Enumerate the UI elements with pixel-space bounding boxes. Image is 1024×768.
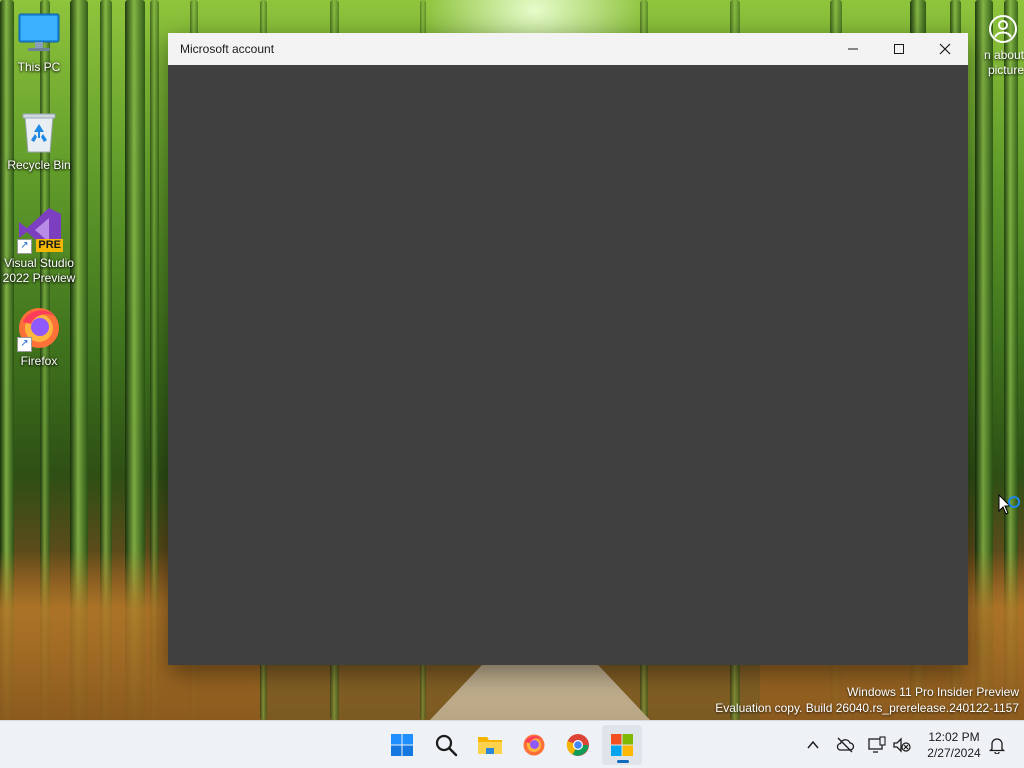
cloud-offline-icon [836, 737, 855, 753]
taskbar-chrome[interactable] [558, 725, 598, 765]
chevron-up-icon [807, 740, 819, 749]
bell-icon [988, 738, 1006, 754]
desktop-icon-visual-studio[interactable]: PRE ↗ Visual Studio 2022 Preview [1, 206, 77, 286]
desktop-icon-label: This PC [17, 60, 61, 74]
desktop-icon-firefox[interactable]: ↗ Firefox [1, 304, 77, 369]
firefox-icon [523, 734, 545, 756]
window-content-area [168, 65, 968, 665]
taskbar-microsoft-store[interactable] [602, 725, 642, 765]
monitor-icon [15, 10, 63, 58]
shortcut-arrow-icon: ↗ [17, 239, 32, 254]
window-title: Microsoft account [180, 42, 275, 56]
clock-button[interactable]: 12:02 PM 2/27/2024 [918, 729, 990, 761]
desktop-icon-label: Firefox [20, 354, 58, 368]
watermark-edition: Windows 11 Pro Insider Preview [847, 685, 1019, 699]
minimize-button[interactable] [830, 33, 876, 65]
search-icon [435, 734, 458, 757]
volume-muted-icon [893, 737, 911, 753]
windows-start-icon [391, 734, 413, 756]
microsoft-logo-icon [611, 734, 633, 756]
desktop-icon-label: Visual Studio 2022 Preview [2, 256, 76, 285]
desktop-icon-label: Recycle Bin [7, 158, 71, 172]
clock-date: 2/27/2024 [927, 746, 981, 760]
learn-about-label: n about picture [983, 48, 1024, 77]
display-icon [868, 736, 886, 753]
taskbar-file-explorer[interactable] [470, 725, 510, 765]
volume-button[interactable] [891, 734, 913, 756]
firefox-icon: ↗ [15, 304, 63, 352]
maximize-button[interactable] [876, 33, 922, 65]
show-hidden-icons-button[interactable] [802, 734, 824, 756]
minimize-icon [848, 48, 858, 50]
maximize-icon [894, 44, 904, 54]
folder-icon [478, 737, 502, 754]
busy-cursor-icon [998, 493, 1022, 525]
taskbar: 12:02 PM 2/27/2024 [0, 720, 1024, 768]
display-status-button[interactable] [866, 734, 888, 756]
active-app-indicator [617, 760, 629, 763]
taskbar-search-button[interactable] [426, 725, 466, 765]
watermark-build: Evaluation copy. Build 26040.rs_prerelea… [715, 701, 1019, 715]
desktop-icon-this-pc[interactable]: This PC [1, 10, 77, 75]
notifications-button[interactable] [986, 734, 1008, 756]
close-icon [939, 43, 951, 55]
windows-watermark: Windows 11 Pro Insider Preview Evaluatio… [715, 684, 1019, 716]
shortcut-arrow-icon: ↗ [17, 337, 32, 352]
recycle-bin-icon [15, 108, 63, 156]
desktop-icon-recycle-bin[interactable]: Recycle Bin [1, 108, 77, 173]
microsoft-account-window[interactable]: Microsoft account [168, 33, 968, 665]
chrome-icon [566, 734, 589, 756]
taskbar-start-button[interactable] [382, 725, 422, 765]
visual-studio-icon: PRE ↗ [15, 206, 63, 254]
clock-time: 12:02 PM [928, 730, 980, 744]
onedrive-status-button[interactable] [834, 734, 856, 756]
close-button[interactable] [922, 33, 968, 65]
window-titlebar[interactable]: Microsoft account [168, 33, 968, 65]
preview-badge: PRE [36, 239, 63, 252]
taskbar-firefox[interactable] [514, 725, 554, 765]
